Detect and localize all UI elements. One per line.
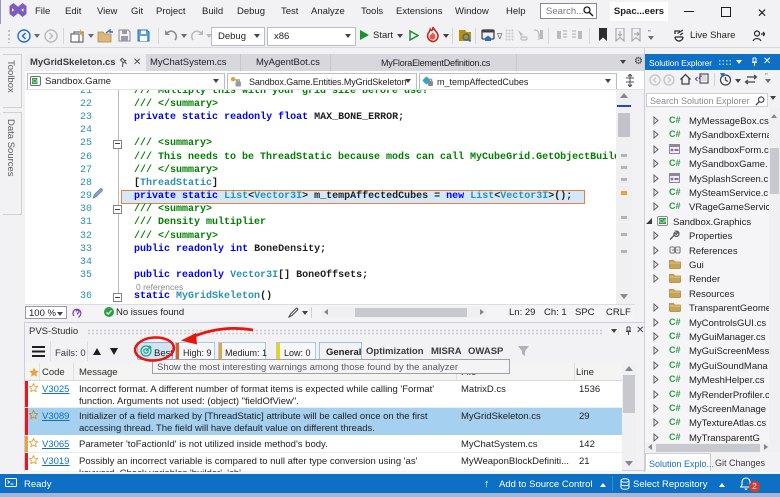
svg-text:C#: C# xyxy=(659,219,667,225)
svg-text:C#: C# xyxy=(33,79,40,85)
